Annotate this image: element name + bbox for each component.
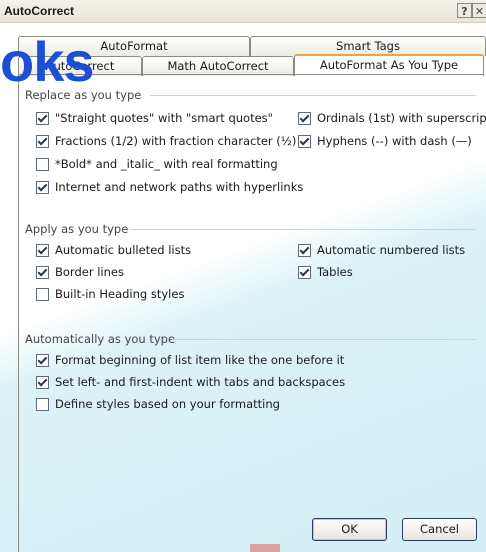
checkbox-label: Hyphens (--) with dash (—) (317, 134, 472, 148)
checkbox-box[interactable] (298, 134, 311, 148)
group-label-replace: Replace as you type (25, 88, 142, 102)
tab-autoformat-as-you-type[interactable]: AutoFormat As You Type (294, 54, 484, 76)
checkbox-label: Fractions (1/2) with fraction character … (55, 134, 297, 148)
cancel-button[interactable]: Cancel (402, 518, 477, 541)
checkbox-bold-italic[interactable]: *Bold* and _italic_ with real formatting (36, 157, 278, 171)
autocorrect-dialog: AutoCorrect ? ✕ oks AutoFormat Smart Tag… (0, 0, 486, 552)
group-label-apply: Apply as you type (25, 222, 129, 236)
divider (150, 95, 476, 96)
checkbox-fractions[interactable]: Fractions (1/2) with fraction character … (36, 134, 296, 148)
checkbox-straight-quotes[interactable]: "Straight quotes" with "smart quotes" (36, 111, 273, 125)
checkbox-box[interactable] (36, 180, 49, 194)
checkbox-label: Format beginning of list item like the o… (55, 353, 345, 367)
title-bar: AutoCorrect ? ✕ (0, 0, 486, 23)
checkbox-box[interactable] (36, 157, 49, 171)
checkbox-box[interactable] (36, 375, 49, 389)
checkbox-heading-styles[interactable]: Built-in Heading styles (36, 287, 184, 301)
checkbox-hyphens[interactable]: Hyphens (--) with dash (—) (298, 134, 472, 148)
window-title: AutoCorrect (4, 4, 75, 18)
checkbox-box[interactable] (36, 397, 49, 411)
tab-math-autocorrect[interactable]: Math AutoCorrect (142, 56, 294, 76)
checkbox-box[interactable] (298, 265, 311, 279)
watermark-stripe (250, 544, 280, 552)
help-icon[interactable]: ? (457, 3, 472, 18)
checkbox-label: Define styles based on your formatting (55, 397, 280, 411)
checkbox-box[interactable] (36, 111, 49, 125)
checkbox-define-styles[interactable]: Define styles based on your formatting (36, 397, 280, 411)
checkbox-label: *Bold* and _italic_ with real formatting (55, 157, 278, 171)
tab-autocorrect[interactable]: AutoCorrect (18, 56, 142, 76)
tab-autoformat[interactable]: AutoFormat (18, 36, 250, 56)
checkbox-box[interactable] (298, 111, 311, 125)
tab-smart-tags[interactable]: Smart Tags (250, 36, 486, 56)
checkbox-format-list-item[interactable]: Format beginning of list item like the o… (36, 353, 344, 367)
checkbox-label: Automatic numbered lists (317, 243, 466, 257)
checkbox-label: Border lines (55, 265, 124, 279)
checkbox-label: "Straight quotes" with "smart quotes" (55, 111, 273, 125)
ok-button[interactable]: OK (312, 518, 387, 541)
checkbox-box[interactable] (298, 243, 311, 257)
divider (172, 339, 476, 340)
checkbox-label: Ordinals (1st) with superscript (317, 111, 486, 125)
checkbox-label: Built-in Heading styles (55, 287, 185, 301)
checkbox-hyperlinks[interactable]: Internet and network paths with hyperlin… (36, 180, 303, 194)
checkbox-border-lines[interactable]: Border lines (36, 265, 124, 279)
checkbox-box[interactable] (36, 243, 49, 257)
checkbox-ordinals[interactable]: Ordinals (1st) with superscript (298, 111, 486, 125)
checkbox-box[interactable] (36, 353, 49, 367)
checkbox-box[interactable] (36, 265, 49, 279)
checkbox-label: Automatic bulleted lists (55, 243, 192, 257)
checkbox-indent-tabs[interactable]: Set left- and first-indent with tabs and… (36, 375, 345, 389)
divider (130, 229, 476, 230)
group-label-automatically: Automatically as you type (25, 332, 176, 346)
checkbox-box[interactable] (36, 134, 49, 148)
checkbox-tables[interactable]: Tables (298, 265, 353, 279)
checkbox-label: Internet and network paths with hyperlin… (55, 180, 304, 194)
checkbox-box[interactable] (36, 287, 49, 301)
close-icon[interactable]: ✕ (472, 3, 486, 18)
checkbox-bulleted-lists[interactable]: Automatic bulleted lists (36, 243, 191, 257)
checkbox-label: Set left- and first-indent with tabs and… (55, 375, 346, 389)
checkbox-numbered-lists[interactable]: Automatic numbered lists (298, 243, 465, 257)
checkbox-label: Tables (317, 265, 353, 279)
